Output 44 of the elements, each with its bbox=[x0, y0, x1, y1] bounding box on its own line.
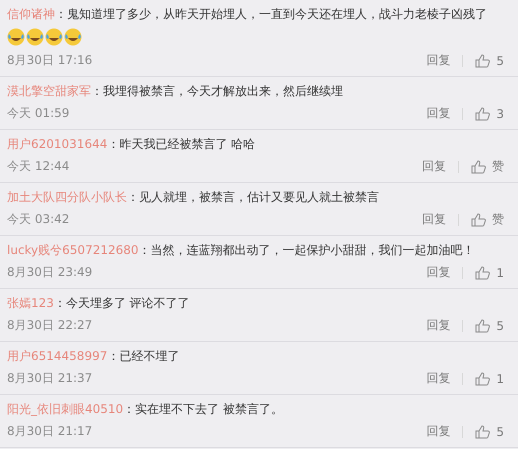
thumbs-up-icon[interactable] bbox=[471, 212, 486, 226]
laughing-crying-emoji-icon bbox=[64, 28, 82, 46]
like-count: 赞 bbox=[492, 211, 504, 228]
comment-text: 张嫣123：今天埋多了 评论不了了 bbox=[7, 295, 191, 311]
comment-time: 今天 01:59 bbox=[7, 105, 70, 122]
reply-link[interactable]: 回复 bbox=[426, 52, 450, 69]
comment-text: 加土大队四分队小队长：见人就埋，被禁言，估计又要见人就土被禁言 bbox=[7, 189, 380, 205]
reply-link[interactable]: 回复 bbox=[426, 105, 450, 122]
comment-time: 8月30日 17:16 bbox=[7, 52, 94, 69]
comment-text: lucky贱兮6507212680：当然，连蓝翔都出动了，一起保护小甜甜，我们一起加油吧！ bbox=[7, 242, 476, 258]
like-count: 5 bbox=[496, 424, 504, 438]
comment-text: 用户6514458997：已经不埋了 bbox=[7, 348, 180, 364]
thumbs-up-icon[interactable] bbox=[471, 160, 486, 174]
like-count: 赞 bbox=[492, 158, 504, 175]
like-count: 5 bbox=[496, 54, 504, 68]
reply-link[interactable]: 回复 bbox=[422, 158, 446, 175]
comment-text: 漠北擎空甜家军：我埋得被禁言，今天才解放出来，然后继续埋 bbox=[7, 83, 344, 99]
reply-link[interactable]: 回复 bbox=[426, 264, 450, 281]
comment-time: 8月30日 21:37 bbox=[7, 370, 94, 387]
thumbs-up-icon[interactable] bbox=[475, 54, 490, 68]
comment-time: 今天 12:44 bbox=[7, 158, 70, 175]
comment-time: 今天 03:42 bbox=[7, 211, 70, 228]
like-count: 1 bbox=[496, 372, 504, 386]
reply-link[interactable]: 回复 bbox=[426, 317, 450, 334]
laughing-crying-emoji-icon bbox=[7, 28, 25, 46]
comment-time: 8月30日 21:17 bbox=[7, 423, 94, 440]
like-count: 5 bbox=[496, 318, 504, 332]
thumbs-up-icon[interactable] bbox=[475, 372, 490, 386]
thumbs-up-icon[interactable] bbox=[475, 266, 490, 280]
reply-link[interactable]: 回复 bbox=[426, 423, 450, 440]
comment-time: 8月30日 22:27 bbox=[7, 317, 94, 334]
comment-time: 8月30日 23:49 bbox=[7, 264, 94, 281]
comment-text: 阳光_依旧刺眼40510：实在埋不下去了 被禁言了。 bbox=[7, 401, 284, 417]
thumbs-up-icon[interactable] bbox=[475, 106, 490, 120]
thumbs-up-icon[interactable] bbox=[475, 318, 490, 332]
thumbs-up-icon[interactable] bbox=[475, 424, 490, 438]
reply-link[interactable]: 回复 bbox=[422, 211, 446, 228]
comment-text: 信仰诸神：鬼知道埋了多少，从昨天开始埋人，一直到今天还在埋人，战斗力老棱子凶残了 bbox=[7, 6, 488, 22]
like-count: 1 bbox=[496, 266, 504, 280]
laughing-crying-emoji-icon bbox=[45, 28, 63, 46]
reply-link[interactable]: 回复 bbox=[426, 370, 450, 387]
comment-text: 用户6201031644：昨天我已经被禁言了 哈哈 bbox=[7, 136, 256, 152]
like-count: 3 bbox=[496, 106, 504, 120]
laughing-crying-emoji-icon bbox=[26, 28, 44, 46]
